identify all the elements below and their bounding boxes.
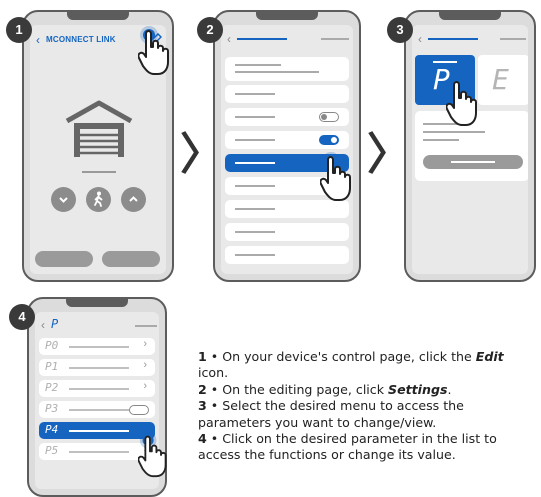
step-number: 1	[198, 349, 207, 364]
param-label: P4	[45, 423, 59, 436]
step-separator: •	[206, 349, 223, 364]
pedestrian-button[interactable]	[86, 187, 111, 212]
chevron-up-icon	[129, 196, 138, 202]
phone-notch	[67, 12, 129, 20]
phone-step-3: ‹ P E	[404, 10, 536, 282]
step-separator: •	[206, 398, 223, 414]
step-number: 4	[198, 431, 207, 447]
step-text-end: .	[447, 381, 452, 397]
step-badge-3: 3	[387, 17, 413, 43]
menu-page-screen: ‹ P E	[412, 25, 528, 274]
chevron-right-icon: ›	[143, 380, 147, 392]
step-text-end: icon.	[198, 365, 229, 381]
settings-row-toggle[interactable]	[225, 131, 349, 149]
instruction-step-1: 1 • On your device's control page, click…	[198, 349, 528, 382]
step-text: On the editing page, click	[222, 381, 389, 397]
header-line-right	[321, 38, 349, 40]
open-button[interactable]	[121, 187, 146, 212]
param-label: P0	[45, 339, 59, 352]
step-text: On your device's control page, click the	[222, 349, 476, 364]
header-line	[428, 38, 478, 40]
garage-icon	[65, 100, 133, 157]
bottom-button-left[interactable]	[35, 251, 93, 267]
step-separator: •	[206, 431, 223, 447]
chevron-right-icon: ›	[143, 359, 147, 371]
chevron-right-icon: ›	[143, 338, 147, 350]
settings-row[interactable]	[225, 246, 349, 264]
close-button[interactable]	[51, 187, 76, 212]
settings-row-toggle[interactable]	[225, 108, 349, 126]
back-arrow-icon[interactable]: ‹	[418, 32, 422, 46]
step-emphasis: Settings	[388, 381, 448, 397]
hand-pointer-icon	[446, 77, 477, 126]
instructions: 1 • On your device's control page, click…	[198, 349, 538, 464]
hand-pointer-icon	[138, 26, 169, 75]
bottom-button-right[interactable]	[102, 251, 160, 267]
settings-row[interactable]	[225, 85, 349, 103]
phone-notch	[439, 12, 501, 20]
pedestrian-icon	[94, 191, 103, 207]
step-separator: •	[206, 381, 223, 397]
toggle-pill[interactable]	[129, 405, 149, 415]
info-line	[423, 139, 459, 141]
param-row[interactable]: P1 ›	[39, 359, 155, 376]
step-text: Click on the desired parameter in the li…	[198, 431, 497, 463]
info-line	[423, 131, 485, 133]
toggle-off[interactable]	[319, 112, 339, 122]
instruction-step-4: 4 • Click on the desired parameter in th…	[198, 431, 533, 464]
step-text: Select the desired menu to access the pa…	[198, 398, 464, 430]
phone-notch	[66, 299, 128, 307]
instruction-step-3: 3 • Select the desired menu to access th…	[198, 398, 498, 431]
settings-row[interactable]	[225, 57, 349, 81]
back-arrow-icon[interactable]: ‹	[227, 32, 231, 46]
param-label: P1	[45, 360, 59, 373]
toggle-on[interactable]	[319, 135, 339, 145]
instruction-step-2: 2 • On the editing page, click Settings.	[198, 382, 538, 398]
apply-button[interactable]	[423, 155, 523, 169]
header-param-letter: P	[51, 317, 59, 331]
step-badge-2: 2	[197, 17, 223, 43]
back-arrow-icon[interactable]: ‹	[36, 33, 40, 47]
param-label: P2	[45, 381, 59, 394]
hand-pointer-icon	[320, 152, 351, 201]
step-emphasis: Edit	[475, 349, 504, 364]
step-badge-4: 4	[9, 304, 35, 330]
header-line-right	[135, 325, 157, 327]
phone-step-2: ‹	[213, 10, 361, 282]
button-line	[451, 161, 495, 163]
settings-row[interactable]	[225, 223, 349, 241]
back-arrow-icon[interactable]: ‹	[41, 318, 45, 332]
param-label: P3	[45, 402, 59, 415]
chevron-down-icon	[59, 197, 68, 203]
param-row-toggle[interactable]: P3	[39, 401, 155, 418]
param-row[interactable]: P0 ›	[39, 338, 155, 355]
header-line	[237, 38, 287, 40]
param-label: P5	[45, 444, 59, 457]
step-number: 3	[198, 398, 207, 414]
param-row[interactable]: P2 ›	[39, 380, 155, 397]
header-line-right	[500, 38, 526, 40]
phone-notch	[256, 12, 318, 20]
screen-title: MCONNECT LINK	[46, 35, 116, 44]
step-number: 2	[198, 381, 207, 397]
step-badge-1: 1	[6, 17, 32, 43]
status-divider	[82, 171, 116, 173]
hand-pointer-icon	[138, 432, 167, 478]
